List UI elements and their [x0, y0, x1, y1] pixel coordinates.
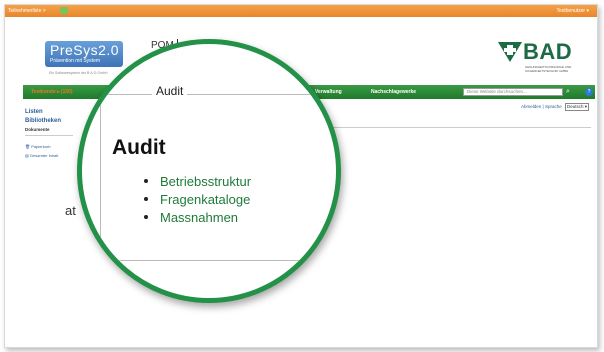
user-menu[interactable]: Testbenutzer ▾ — [556, 8, 589, 14]
site-breadcrumb-link[interactable]: Teilnehmerliste > — [8, 8, 46, 14]
utility-row: Abmelden | Sprache Deutsch ▾ — [521, 103, 589, 111]
bad-logo-subtitle: GESUNDHEITSVORSORGE UND SICHERHEITSTECHN… — [525, 65, 572, 73]
list-item: Massnahmen — [144, 210, 251, 225]
quick-launch: Listen Bibliotheken Dokumente 🗑 Papierko… — [25, 109, 73, 162]
audit-heading: Audit — [112, 136, 166, 159]
browser-frame: Teilnehmerliste > Testbenutzer ▾ PreSys2… — [4, 4, 598, 348]
web-part-border-bottom — [100, 260, 336, 261]
all-content-label: Gesamter Inhalt — [29, 153, 59, 158]
audit-link-list: Betriebsstruktur Fragenkataloge Massnahm… — [144, 174, 251, 228]
link-massnahmen[interactable]: Massnahmen — [160, 210, 238, 225]
bullet-icon — [144, 179, 148, 183]
list-item: Fragenkataloge — [144, 192, 251, 207]
web-part-border-left — [100, 94, 101, 260]
link-fragenkataloge[interactable]: Fragenkataloge — [160, 192, 250, 207]
bad-logo-mark-icon — [498, 42, 522, 62]
help-icon[interactable]: ? — [585, 88, 593, 96]
signout-link[interactable]: Abmelden — [521, 104, 541, 109]
top-bar: Teilnehmerliste > Testbenutzer ▾ — [5, 5, 597, 17]
link-betriebsstruktur[interactable]: Betriebsstruktur — [160, 174, 251, 189]
quick-launch-documents[interactable]: Dokumente — [25, 127, 73, 132]
magnifier-callout: Audit Audit Betriebsstruktur Fragenkatal… — [77, 39, 341, 303]
quick-launch-divider — [25, 135, 73, 136]
all-content-link[interactable]: ▤ Gesamter Inhalt — [25, 153, 73, 158]
quick-launch-lists[interactable]: Listen — [25, 109, 73, 115]
partial-heading: at — [65, 203, 76, 218]
language-select[interactable]: Deutsch ▾ — [564, 103, 589, 111]
search-icon[interactable]: ⌕ — [566, 88, 574, 96]
magnified-web-part: Audit Audit Betriebsstruktur Fragenkatal… — [82, 44, 336, 298]
list-item: Betriebsstruktur — [144, 174, 251, 189]
nav-home-link[interactable]: Testkunde ▸ (150) — [31, 89, 73, 95]
bullet-icon — [144, 197, 148, 201]
search-input[interactable]: Diese Website durchsuchen... — [463, 88, 563, 96]
web-part-title: Audit — [152, 84, 188, 98]
bad-logo-word: BAD — [523, 39, 573, 64]
nav-item-nachschlagewerke[interactable]: Nachschlagewerke — [371, 89, 416, 95]
home-icon[interactable] — [60, 7, 68, 14]
quick-launch-libraries[interactable]: Bibliotheken — [25, 118, 73, 124]
web-part-border-top — [102, 94, 336, 95]
utility-separator: | — [542, 104, 544, 109]
bad-logo: BAD GESUNDHEITSVORSORGE UND SICHERHEITST… — [497, 39, 583, 85]
bullet-icon — [144, 215, 148, 219]
recycle-bin-link[interactable]: 🗑 Papierkorb — [25, 144, 73, 149]
recycle-bin-label: Papierkorb — [31, 144, 51, 149]
language-label: Sprache — [544, 104, 562, 109]
content-divider — [305, 127, 591, 128]
